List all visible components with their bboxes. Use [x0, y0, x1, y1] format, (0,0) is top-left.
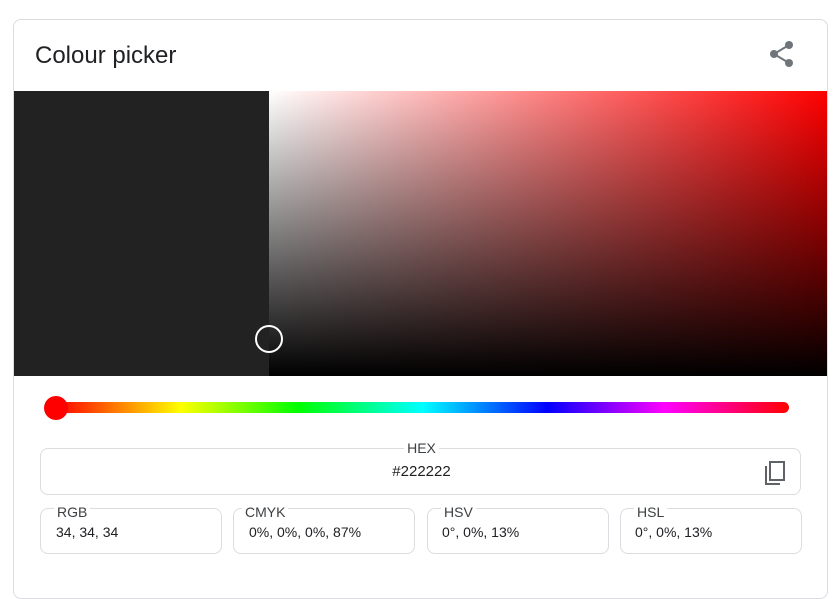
hsv-input[interactable] — [442, 522, 592, 542]
colour-preview-swatch — [14, 91, 269, 376]
saturation-value-area[interactable] — [255, 91, 827, 376]
colour-picker-card: Colour picker HEX RGB CMYK HSV HSL — [13, 19, 828, 599]
hsv-label: HSV — [441, 504, 476, 520]
hue-slider-track[interactable] — [56, 402, 789, 413]
hex-input[interactable] — [164, 461, 679, 481]
copy-icon — [765, 461, 785, 485]
cmyk-label: CMYK — [242, 504, 289, 520]
saturation-value-handle[interactable] — [255, 324, 283, 353]
share-icon — [770, 41, 793, 67]
copy-hex-button[interactable] — [762, 460, 788, 486]
rgb-label: RGB — [54, 504, 91, 520]
hsl-label: HSL — [634, 504, 668, 520]
cmyk-input[interactable] — [249, 522, 399, 542]
hue-slider-thumb[interactable] — [44, 396, 68, 420]
share-button[interactable] — [766, 38, 798, 70]
card-title: Colour picker — [35, 42, 177, 69]
hex-label: HEX — [404, 440, 439, 456]
rgb-input[interactable] — [56, 522, 206, 542]
hsl-input[interactable] — [635, 522, 785, 542]
